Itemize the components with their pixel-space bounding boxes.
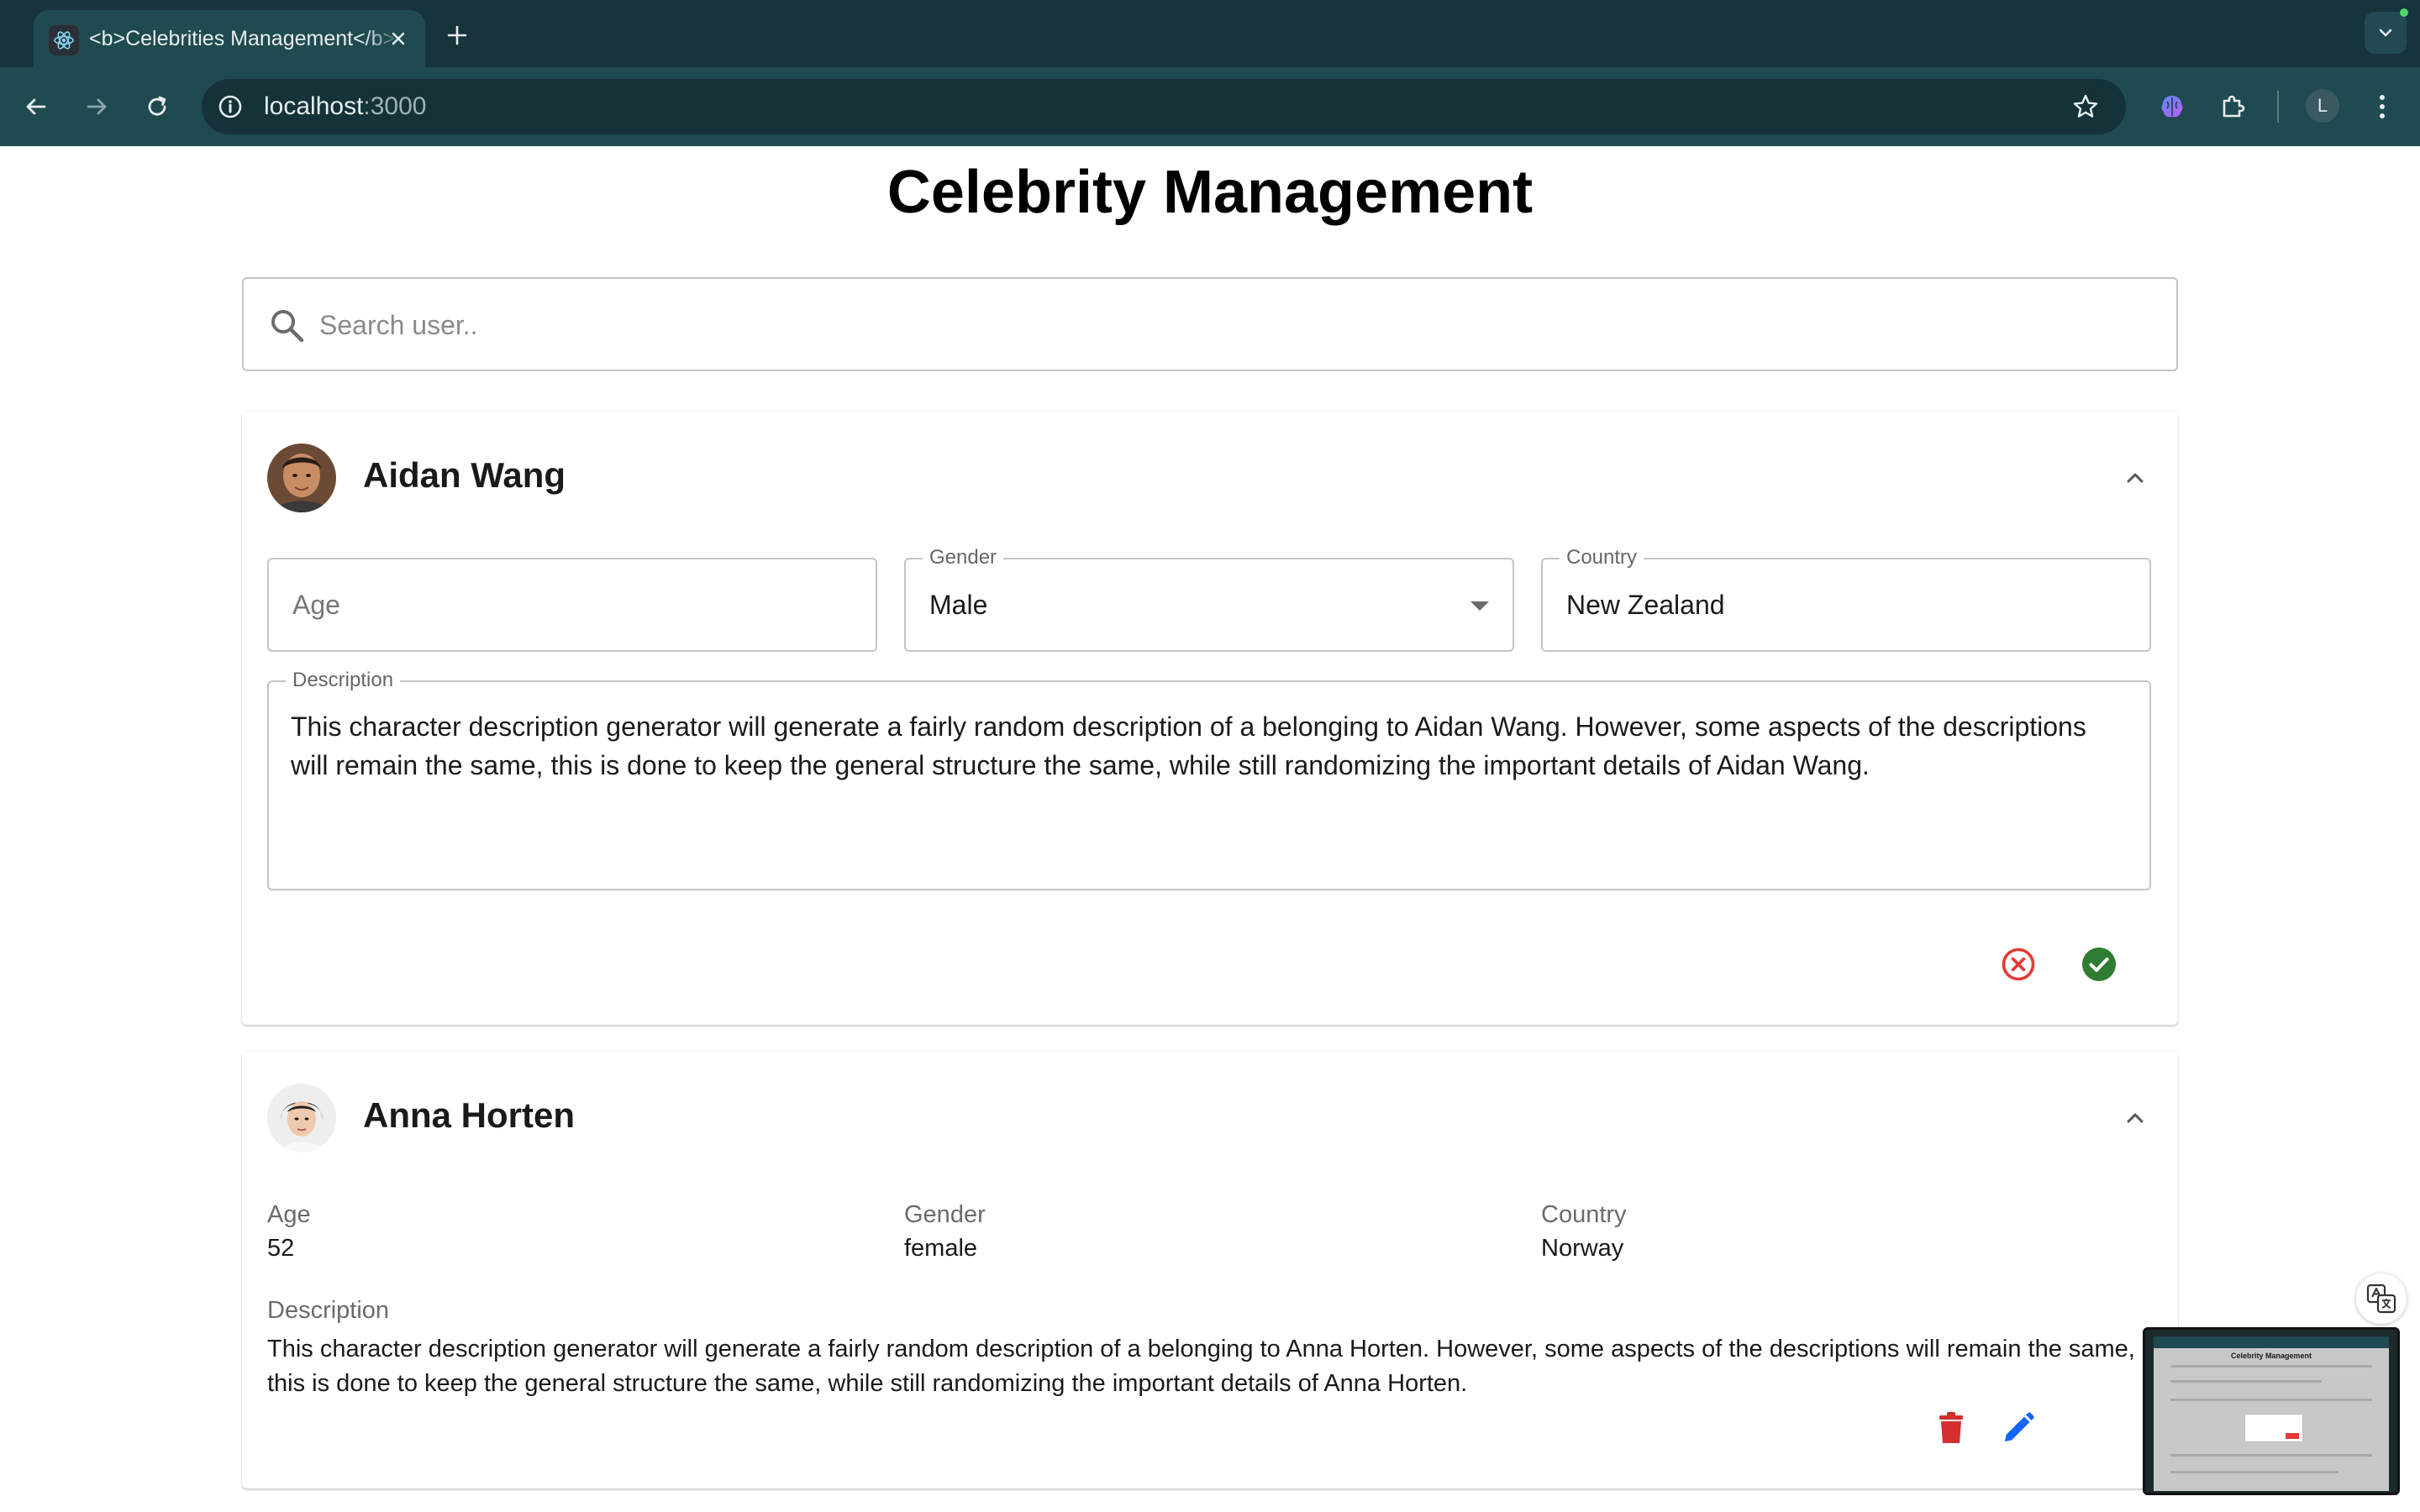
cancel-button[interactable]: [1995, 941, 2042, 988]
browser-tab[interactable]: <b>Celebrities Management</b>: [34, 10, 425, 67]
delete-button[interactable]: [1928, 1404, 1975, 1452]
dropdown-caret-icon: [1470, 601, 1489, 611]
age-label: Age: [267, 1201, 311, 1228]
avatar: [267, 444, 336, 512]
check-circle-icon: [2082, 948, 2116, 981]
new-tab-plus-icon[interactable]: [439, 17, 476, 54]
url-host: localhost: [264, 92, 364, 120]
close-tab-icon[interactable]: [383, 24, 413, 54]
page-title: Celebrity Management: [886, 159, 1534, 226]
confirm-button[interactable]: [2075, 941, 2123, 988]
address-bar[interactable]: localhost:3000: [202, 79, 2126, 134]
picture-in-picture-preview[interactable]: Celebrity Management: [2143, 1327, 2400, 1495]
react-favicon-icon: [49, 25, 79, 55]
search-box: [242, 277, 2178, 371]
description-label: Description: [267, 1297, 390, 1324]
gender-label: Gender: [904, 1201, 986, 1228]
pip-browser-bar: [2154, 1336, 2389, 1348]
reload-icon[interactable]: [136, 86, 178, 128]
gender-select[interactable]: Gender Male: [904, 546, 1514, 652]
search-input[interactable]: [319, 296, 2151, 354]
pip-modal: [2244, 1414, 2303, 1442]
extensions-puzzle-icon[interactable]: [2212, 86, 2254, 128]
tab-search-chevron-icon[interactable]: [2365, 12, 2407, 54]
cancel-circle-icon: [2002, 948, 2035, 981]
celebrity-name: Anna Horten: [363, 1095, 575, 1135]
age-placeholder: Age: [292, 590, 340, 620]
more-vertical-icon[interactable]: [2361, 86, 2403, 128]
bookmark-star-icon[interactable]: [2065, 87, 2106, 127]
edit-button[interactable]: [1995, 1404, 2042, 1452]
forward-arrow-icon[interactable]: [76, 86, 118, 128]
celebrity-card-edit: Aidan Wang Age Gender Male Country New Z…: [242, 412, 2178, 1025]
profile-avatar[interactable]: L: [2306, 89, 2339, 123]
translate-icon[interactable]: [2356, 1273, 2407, 1324]
description-value: This character description generator wil…: [291, 711, 2086, 780]
back-arrow-icon[interactable]: [15, 86, 57, 128]
gender-value: Male: [929, 590, 988, 620]
description-value: This character description generator wil…: [267, 1336, 2135, 1397]
url-text: localhost:3000: [264, 79, 426, 134]
age-field[interactable]: Age: [267, 558, 877, 652]
collapse-chevron-up-icon[interactable]: [2107, 1090, 2163, 1146]
celebrity-name: Aidan Wang: [363, 455, 566, 495]
url-port: :3000: [363, 92, 427, 120]
search-icon: [271, 310, 304, 343]
country-field[interactable]: Country New Zealand: [1541, 546, 2151, 652]
toolbar-divider: [2277, 91, 2279, 123]
pencil-icon: [2005, 1412, 2034, 1441]
celebrity-card-view: Anna Horten Age 52 Gender female Country…: [242, 1052, 2178, 1488]
update-dot: [2400, 8, 2408, 17]
description-textarea[interactable]: Description This character description g…: [267, 669, 2151, 890]
browser-toolbar: localhost:3000: [0, 67, 2420, 146]
extension-brain-icon[interactable]: [2151, 86, 2193, 128]
gender-value: female: [904, 1235, 978, 1262]
site-info-icon[interactable]: [213, 90, 247, 123]
country-value: New Zealand: [1566, 590, 1725, 620]
trash-icon: [1939, 1412, 1963, 1443]
country-value: Norway: [1541, 1235, 1624, 1262]
collapse-chevron-up-icon[interactable]: [2107, 450, 2163, 506]
description-label: Description: [286, 669, 401, 692]
pip-screen: Celebrity Management: [2154, 1336, 2389, 1491]
country-label: Country: [1541, 1201, 1627, 1228]
tab-title: <b>Celebrities Management</b>: [89, 27, 396, 50]
browser-tab-strip: <b>Celebrities Management</b>: [0, 0, 2420, 67]
avatar: [267, 1084, 336, 1152]
pip-modal-button: [2286, 1433, 2299, 1439]
age-value: 52: [267, 1235, 295, 1262]
